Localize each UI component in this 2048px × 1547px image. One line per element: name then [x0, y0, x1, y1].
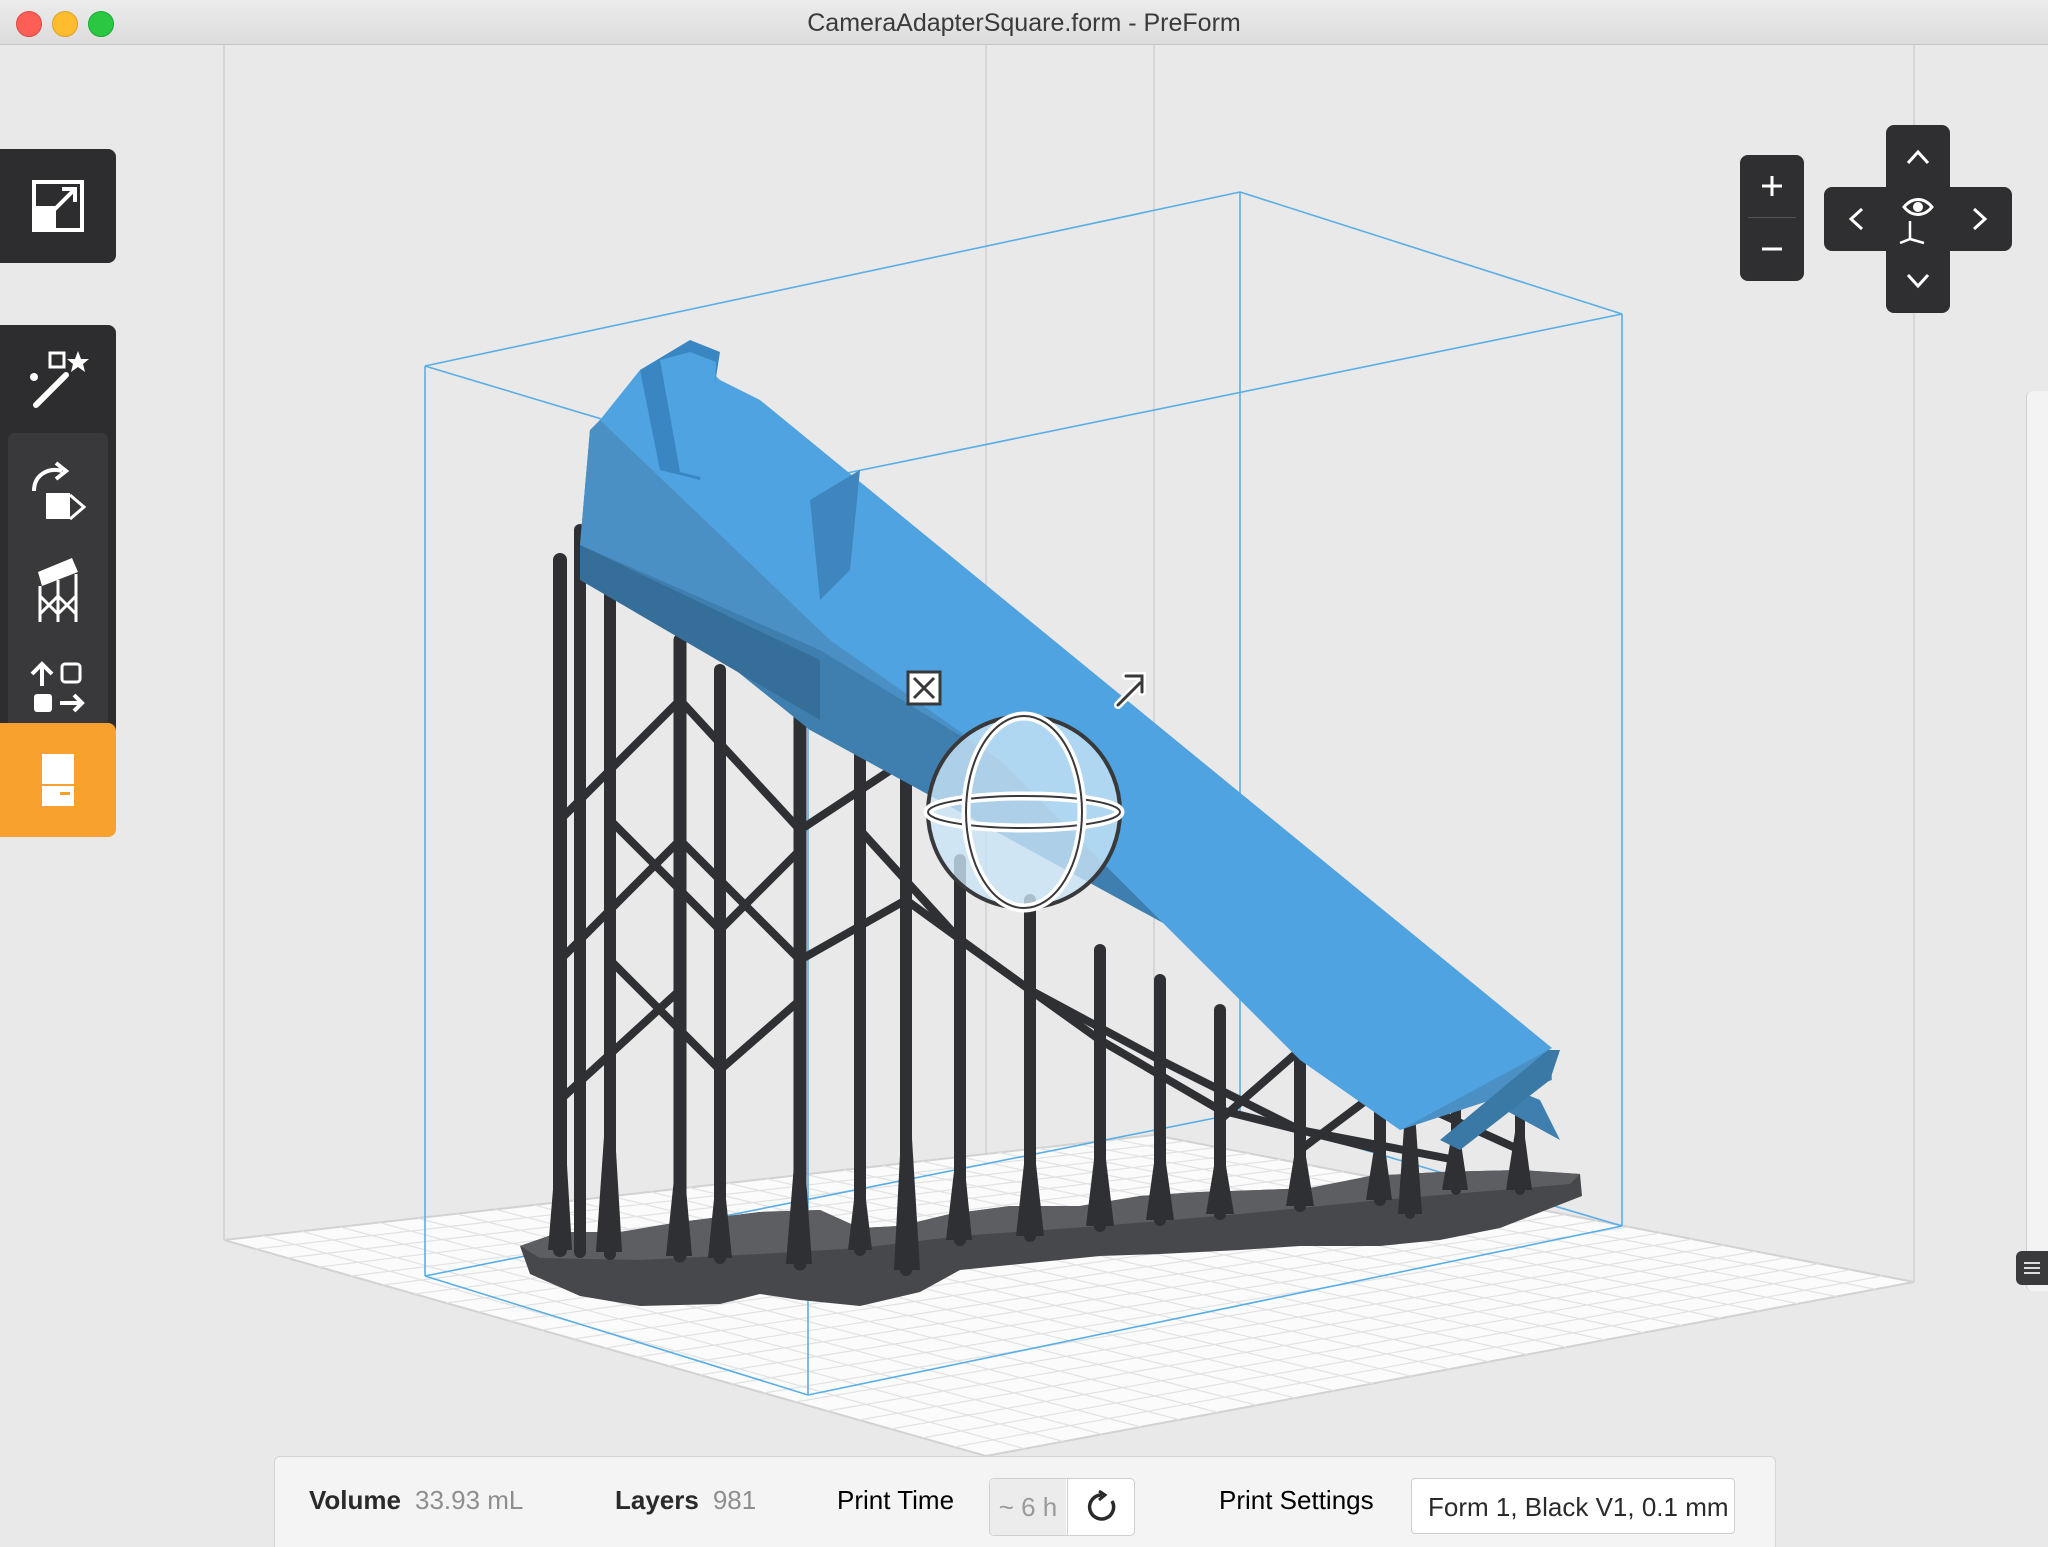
plus-icon	[1762, 176, 1782, 196]
print-settings-field[interactable]: Form 1, Black V1, 0.1 mm	[1411, 1478, 1735, 1534]
print-time-value: ~ 6 h	[990, 1479, 1066, 1535]
layers-label: Layers	[615, 1485, 699, 1515]
recalculate-button[interactable]	[1067, 1479, 1135, 1535]
title-bar: CameraAdapterSquare.form - PreForm	[0, 0, 2048, 45]
layout-arrange-icon	[30, 661, 85, 713]
3d-viewport[interactable]	[0, 45, 2048, 1546]
zoom-in-button[interactable]	[1740, 155, 1804, 217]
window-title: CameraAdapterSquare.form - PreForm	[807, 9, 1241, 37]
pan-left-button[interactable]	[1824, 187, 1888, 251]
reset-view-button[interactable]	[1886, 187, 1950, 251]
open-file-panel	[0, 149, 116, 263]
volume-info: Volume 33.93 mL	[309, 1483, 523, 1517]
pan-up-button[interactable]	[1886, 125, 1950, 189]
eye-axes-icon	[1899, 198, 1934, 245]
layer-slider-track[interactable]	[2026, 391, 2048, 1291]
tools-panel	[0, 325, 116, 751]
print-panel	[0, 723, 116, 837]
volume-label: Volume	[309, 1485, 401, 1515]
chevron-right-icon	[1972, 207, 1988, 231]
move-arrow-icon[interactable]	[1114, 672, 1146, 709]
layer-slider-handle[interactable]	[2016, 1251, 2048, 1285]
pan-right-button[interactable]	[1948, 187, 2012, 251]
rotate-orientation-icon	[32, 461, 87, 521]
print-time-control: ~ 6 h	[989, 1478, 1135, 1536]
tool-print[interactable]	[0, 723, 116, 837]
zoom-out-button[interactable]	[1740, 218, 1804, 280]
magic-wand-icon	[30, 351, 89, 408]
print-settings-label: Print Settings	[1219, 1485, 1374, 1515]
layers-info: Layers 981	[615, 1483, 756, 1517]
pan-down-button[interactable]	[1886, 249, 1950, 313]
refresh-icon	[1087, 1490, 1115, 1521]
volume-value: 33.93 mL	[414, 1485, 524, 1515]
layers-value: 981	[712, 1485, 757, 1515]
tool-supports[interactable]	[0, 541, 116, 639]
grip-lines-icon	[2024, 1262, 2040, 1274]
print-icon	[42, 754, 74, 806]
print-time-label: Print Time	[837, 1485, 955, 1515]
zoom-control	[1740, 155, 1804, 281]
minus-icon	[1762, 247, 1782, 251]
tool-orientation[interactable]	[0, 445, 116, 541]
print-info-bar: Volume 33.93 mL Layers 981 Print Time ~ 6 …	[274, 1456, 1776, 1547]
scale-resize-icon	[32, 180, 84, 232]
tool-one-click-print[interactable]	[0, 325, 116, 433]
chevron-down-icon	[1906, 273, 1930, 289]
build-platform	[223, 1133, 1915, 1458]
tool-open[interactable]	[0, 149, 116, 263]
chevron-left-icon	[1848, 207, 1864, 231]
supports-icon	[38, 558, 78, 622]
chevron-up-icon	[1906, 149, 1930, 165]
rotation-gizmo[interactable]	[923, 711, 1125, 913]
scale-handle-icon[interactable]	[906, 670, 942, 706]
